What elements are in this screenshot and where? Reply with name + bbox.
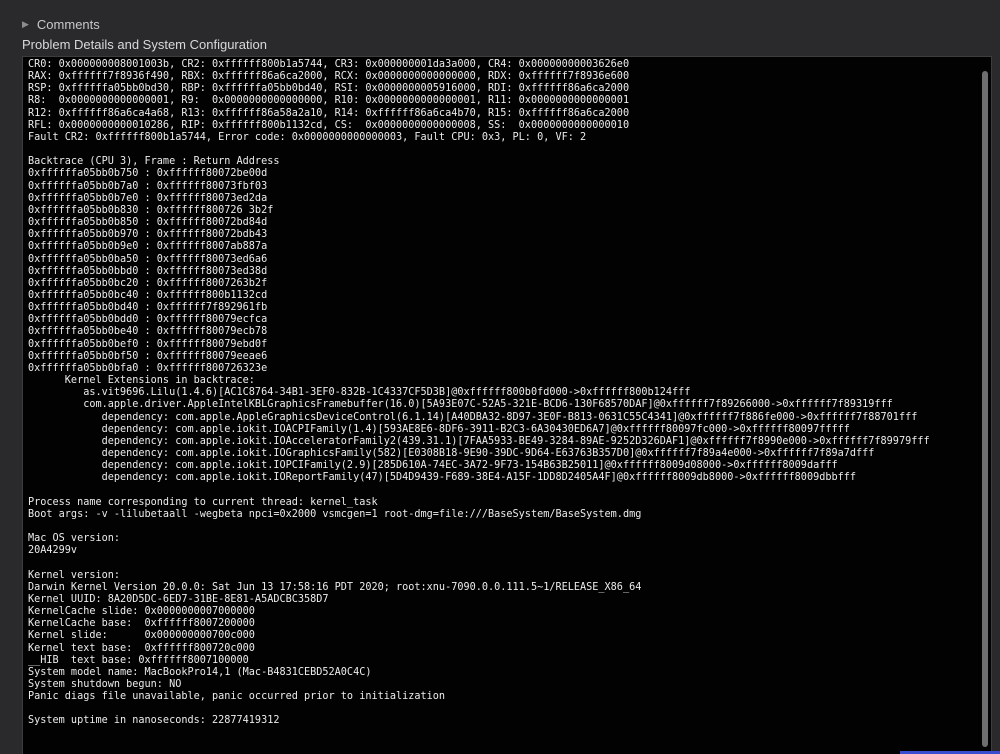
log-line: CR0: 0x000000008001003b, CR2: 0xffffff80… xyxy=(28,59,630,70)
log-line: dependency: com.apple.iokit.IOPCIFamily(… xyxy=(28,460,838,472)
log-line: 0xffffffa05bb0b7e0 : 0xffffff80073ed2da xyxy=(28,192,268,204)
log-line: 0xffffffa05bb0bbd0 : 0xffffff80073ed38d xyxy=(28,265,268,277)
log-line: __HIB text base: 0xffffff8007100000 xyxy=(28,654,249,666)
log-line: RSP: 0xffffffa05bb0bd30, RBP: 0xffffffa0… xyxy=(28,83,630,95)
log-line: R8: 0x0000000000000001, R9: 0x0000000000… xyxy=(28,95,630,107)
log-line: 0xffffffa05bb0bef0 : 0xffffff80079ebd0f xyxy=(28,338,268,350)
log-line: Panic diags file unavailable, panic occu… xyxy=(28,691,446,703)
log-line: 0xffffffa05bb0bfa0 : 0xffffff800726323e xyxy=(28,362,268,374)
disclosure-triangle-icon[interactable]: ▶ xyxy=(22,19,29,30)
log-line: Kernel version: xyxy=(28,569,121,581)
log-line: System shutdown begun: NO xyxy=(28,678,182,690)
log-line: 0xffffffa05bb0b9e0 : 0xffffff8007ab887a xyxy=(28,241,268,253)
log-line: Darwin Kernel Version 20.0.0: Sat Jun 13… xyxy=(28,581,642,593)
log-line: 0xffffffa05bb0be40 : 0xffffff80079ecb78 xyxy=(28,326,268,338)
log-line: dependency: com.apple.iokit.IOGraphicsFa… xyxy=(28,448,875,459)
log-line: 0xffffffa05bb0bd40 : 0xffffff7f892961fb xyxy=(28,302,268,314)
log-line: 0xffffffa05bb0b750 : 0xffffff80072be00d xyxy=(28,168,268,180)
log-line: System uptime in nanoseconds: 2287741931… xyxy=(28,715,280,727)
panic-log-text: CR0: 0x000000008001003b, CR2: 0xffffff80… xyxy=(28,59,968,728)
log-line: KernelCache base: 0xffffff8007200000 xyxy=(28,618,255,630)
log-line: Kernel UUID: 8A20D5DC-6ED7-31BE-8E81-A5A… xyxy=(28,593,329,605)
comments-disclosure[interactable]: ▶ Comments xyxy=(22,14,100,34)
section-title: Problem Details and System Configuration xyxy=(22,37,267,52)
log-line: 0xffffffa05bb0b830 : 0xffffff800726 3b2f xyxy=(28,204,274,216)
log-line: Kernel slide: 0x000000000700c000 xyxy=(28,630,255,642)
log-line: dependency: com.apple.iokit.IOACPIFamily… xyxy=(28,423,850,435)
log-line: dependency: com.apple.iokit.IOReportFami… xyxy=(28,472,857,484)
scrollbar-thumb[interactable] xyxy=(982,71,988,747)
log-line: Backtrace (CPU 3), Frame : Return Addres… xyxy=(28,156,280,168)
log-line: 0xffffffa05bb0bc20 : 0xffffff8007263b2f xyxy=(28,277,268,289)
log-line: 0xffffffa05bb0ba50 : 0xffffff80073ed6a6 xyxy=(28,253,268,265)
log-line: 0xffffffa05bb0b7a0 : 0xffffff80073fbf03 xyxy=(28,180,268,192)
log-line: Boot args: -v -lilubetaall -wegbeta npci… xyxy=(28,508,642,520)
log-line: R12: 0xffffff86a6ca4a68, R13: 0xffffff86… xyxy=(28,107,630,119)
log-line: Mac OS version: xyxy=(28,533,121,545)
log-line: Kernel Extensions in backtrace: xyxy=(28,375,255,387)
log-line: RAX: 0xffffff7f8936f490, RBX: 0xffffff86… xyxy=(28,71,630,83)
log-line: Fault CR2: 0xffffff800b1a5744, Error cod… xyxy=(28,131,587,143)
log-line: Process name corresponding to current th… xyxy=(28,496,378,508)
log-line: as.vit9696.Lilu(1.4.6)[AC1C8764-34B1-3EF… xyxy=(28,387,691,399)
problem-details-text-view[interactable]: CR0: 0x000000008001003b, CR2: 0xffffff80… xyxy=(22,56,992,754)
log-line: 0xffffffa05bb0b970 : 0xffffff80072bdb43 xyxy=(28,229,268,241)
log-line: dependency: com.apple.AppleGraphicsDevic… xyxy=(28,411,918,423)
log-line: 0xffffffa05bb0bc40 : 0xffffff800b1132cd xyxy=(28,289,268,301)
log-line: com.apple.driver.AppleIntelKBLGraphicsFr… xyxy=(28,399,893,411)
log-line: System model name: MacBookPro14,1 (Mac-B… xyxy=(28,666,372,678)
log-line: dependency: com.apple.iokit.IOAccelerato… xyxy=(28,435,930,447)
log-line: 20A4299v xyxy=(28,545,78,557)
log-line: 0xffffffa05bb0bdd0 : 0xffffff80079ecfca xyxy=(28,314,268,326)
log-line: KernelCache slide: 0x0000000007000000 xyxy=(28,606,255,618)
vertical-scrollbar[interactable] xyxy=(980,59,990,753)
log-line: 0xffffffa05bb0b850 : 0xffffff80072bd84d xyxy=(28,217,268,229)
log-line: Kernel text base: 0xffffff800720c000 xyxy=(28,642,255,654)
comments-label: Comments xyxy=(36,16,100,32)
log-line: 0xffffffa05bb0bf50 : 0xffffff80079eeae6 xyxy=(28,350,268,362)
log-line: RFL: 0x0000000000010286, RIP: 0xffffff80… xyxy=(28,119,630,131)
